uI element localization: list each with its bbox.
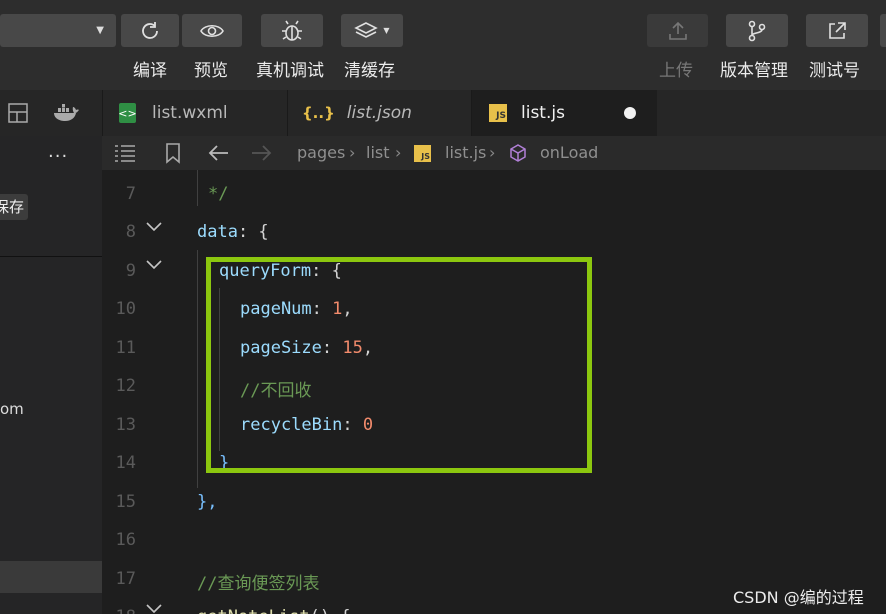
breadcrumb: pages › list › JS list.js › onLoad [102, 136, 886, 170]
preview-label: 预览 [194, 61, 228, 81]
indent-guide [197, 250, 198, 488]
line-number: 14 [115, 453, 136, 473]
line-number: 11 [115, 338, 136, 358]
test-account-label: 测试号 [809, 61, 860, 81]
bookmark-icon[interactable] [164, 142, 182, 164]
line-number: 12 [115, 376, 136, 396]
upload-icon [668, 21, 687, 40]
clear-cache-button[interactable]: ▼ [341, 14, 403, 47]
test-account-button[interactable] [806, 14, 868, 47]
tab-list-js[interactable]: JS list.js [472, 90, 657, 136]
save-button[interactable]: 保存 [0, 194, 28, 220]
line-number: 18 [102, 607, 136, 614]
toolbar: ▼ ▼ 编译 预览 真机调试 清缓存 上传 版本管理 测试号 [0, 0, 886, 90]
fold-chevron-icon[interactable] [146, 604, 162, 614]
eye-icon [200, 24, 224, 37]
sidebar-text: om [0, 400, 24, 418]
outline-icon[interactable] [114, 144, 136, 162]
code-punct: : { [237, 222, 269, 242]
fold-chevron-icon[interactable] [146, 222, 162, 232]
refresh-icon [142, 21, 158, 39]
chevron-right-icon: › [489, 143, 496, 162]
docker-icon[interactable] [52, 102, 80, 124]
tab-label: list.json [346, 103, 412, 123]
breadcrumb-file[interactable]: list.js [445, 143, 486, 162]
line-number: 8 [125, 222, 136, 242]
line-number: 9 [125, 261, 136, 281]
line-number: 7 [125, 184, 136, 204]
code-function: getNoteList [197, 607, 310, 614]
wxml-icon: <> [118, 103, 137, 123]
breadcrumb-list[interactable]: list [366, 143, 390, 162]
layers-icon [354, 21, 379, 38]
external-link-icon [829, 21, 846, 39]
watermark: CSDN @编的过程 [733, 588, 864, 607]
clear-cache-label: 清缓存 [344, 61, 395, 81]
compile-label: 编译 [133, 61, 167, 81]
chevron-right-icon: › [395, 143, 402, 162]
chevron-down-icon: ▼ [383, 26, 390, 35]
tab-list-wxml[interactable]: <> list.wxml [103, 90, 287, 136]
version-button[interactable] [726, 14, 788, 47]
save-label: 保存 [0, 198, 25, 216]
line-number: 17 [115, 569, 136, 589]
cube-icon [508, 143, 528, 163]
upload-button[interactable] [647, 14, 708, 47]
layout-icon[interactable] [8, 103, 28, 123]
code-line-18: getNoteList() { [197, 607, 351, 614]
highlight-box [206, 257, 592, 473]
tab-label: list.wxml [152, 103, 228, 123]
code-key: data [197, 222, 238, 242]
code-editor[interactable]: 7 8 9 10 11 12 13 14 15 16 17 18 */ data… [102, 170, 886, 614]
sidebar: ··· 保存 om [0, 136, 102, 614]
code-line-8: data: { [197, 222, 269, 242]
json-icon: {..} [302, 104, 335, 122]
chevron-right-icon: › [349, 143, 356, 162]
line-number: 16 [115, 530, 136, 550]
preview-button[interactable] [182, 14, 242, 47]
fold-chevron-icon[interactable] [146, 260, 162, 270]
code-line-15: }, [197, 492, 218, 512]
debug-button[interactable] [261, 14, 323, 47]
code-line-7: */ [208, 184, 229, 204]
tab-list-json[interactable]: {..} list.json [288, 90, 471, 136]
line-number: 15 [115, 492, 136, 512]
forward-arrow-icon[interactable] [250, 142, 274, 164]
chevron-down-icon: ▼ [96, 25, 104, 36]
mode-select[interactable]: ▼ [0, 14, 116, 47]
back-arrow-icon[interactable] [206, 142, 230, 164]
breadcrumb-pages[interactable]: pages [297, 143, 345, 162]
upload-label: 上传 [659, 61, 693, 81]
compile-button[interactable] [121, 14, 179, 47]
branch-icon [748, 20, 766, 41]
tab-label: list.js [521, 103, 565, 123]
code-line-17: //查询便签列表 [197, 574, 320, 594]
js-icon: JS [414, 145, 431, 162]
line-number: 10 [115, 299, 136, 319]
sidebar-selected-item[interactable] [0, 561, 102, 593]
js-icon: JS [489, 104, 507, 122]
tab-bar: <> list.wxml {..} list.json JS list.js [0, 90, 886, 136]
sidebar-divider [0, 256, 102, 257]
debug-label: 真机调试 [256, 61, 324, 81]
more-options-button[interactable]: ··· [48, 146, 68, 167]
indent-guide [197, 170, 198, 206]
breadcrumb-symbol[interactable]: onLoad [540, 143, 598, 162]
version-label: 版本管理 [720, 61, 788, 81]
line-number: 13 [115, 415, 136, 435]
unsaved-dot-icon[interactable] [624, 107, 636, 119]
bug-icon [282, 20, 302, 41]
code-punct: () { [310, 607, 351, 614]
more-toolbar-button[interactable] [880, 14, 886, 47]
